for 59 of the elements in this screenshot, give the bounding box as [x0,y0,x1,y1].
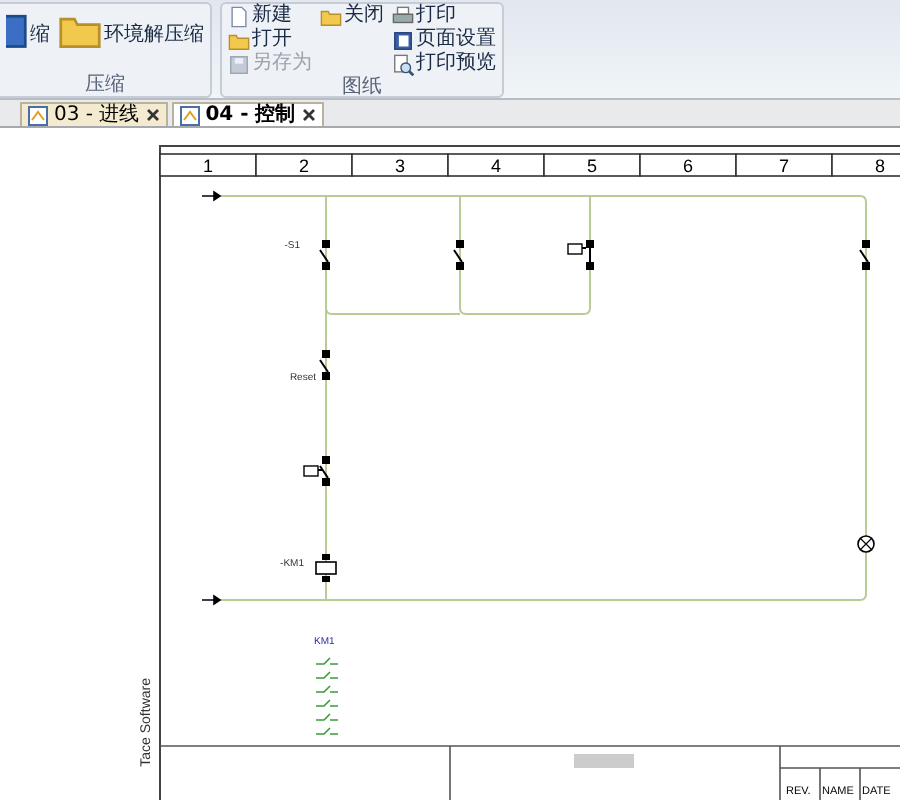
magnifier-icon [392,53,414,75]
arrow-icon [201,191,222,201]
contact-symbol [303,456,330,486]
ribbon-button[interactable]: 打开 [228,28,312,52]
contact-symbol [453,240,464,270]
button-label: 缩 [30,21,50,48]
column-number: 6 [683,156,693,176]
contact-list-symbol [315,657,339,665]
column-number: 8 [875,156,885,176]
document-tab[interactable]: 03 - 进线 [20,102,168,126]
close-icon[interactable] [145,108,160,122]
column-number: 4 [491,156,501,176]
ribbon-button[interactable]: 缩 [6,4,50,52]
column-number: 2 [299,156,309,176]
column-header-cell [543,153,641,177]
tab-label: 04 - 控制 [205,104,296,126]
contact-list-symbol [315,699,339,707]
blurred-title [574,754,634,768]
ribbon-button[interactable]: 页面设置 [392,28,496,52]
column-number: 5 [587,156,597,176]
contact-list-symbol [315,685,339,693]
column-header-cell [639,153,737,177]
column-number: 1 [203,156,213,176]
tab-label: 03 - 进线 [54,104,140,126]
ribbon-button[interactable]: 关闭 [320,4,384,28]
column-number: 3 [395,156,405,176]
ribbon-button[interactable]: 新建 [228,4,312,28]
drawing-icon [179,105,200,125]
ribbon-button[interactable]: 环境解压缩 [58,4,204,52]
folder-icon [228,29,250,51]
ribbon-button[interactable]: 打印预览 [392,52,496,76]
printer-icon [392,5,414,27]
contact-symbol [319,350,330,380]
coil-symbol [315,554,337,582]
button-label: 环境解压缩 [104,21,204,48]
contact-list-symbol [315,713,339,721]
arrow-icon [201,595,222,605]
contact-list-symbol [315,671,339,679]
contact-symbol [319,240,330,270]
column-header-cell [447,153,545,177]
group-label: 图纸 [342,76,382,98]
column-header-cell [255,153,353,177]
document-icon [228,5,250,27]
column-header-cell [831,153,900,177]
page-setup-icon [392,29,414,51]
contact-list-symbol [315,727,339,735]
ribbon-button[interactable]: 打印 [392,4,496,28]
folder-icon [320,5,342,27]
column-number: 7 [779,156,789,176]
contact-symbol [567,240,594,270]
drawing-icon [28,105,48,125]
column-header-cell [159,153,257,177]
close-icon[interactable] [301,108,316,122]
column-header-cell [735,153,833,177]
column-header-cell [351,153,449,177]
group-label: 压缩 [85,74,125,96]
contact-symbol [859,240,870,270]
document-tab[interactable]: 04 - 控制 [171,102,324,126]
lamp-symbol [857,535,875,553]
